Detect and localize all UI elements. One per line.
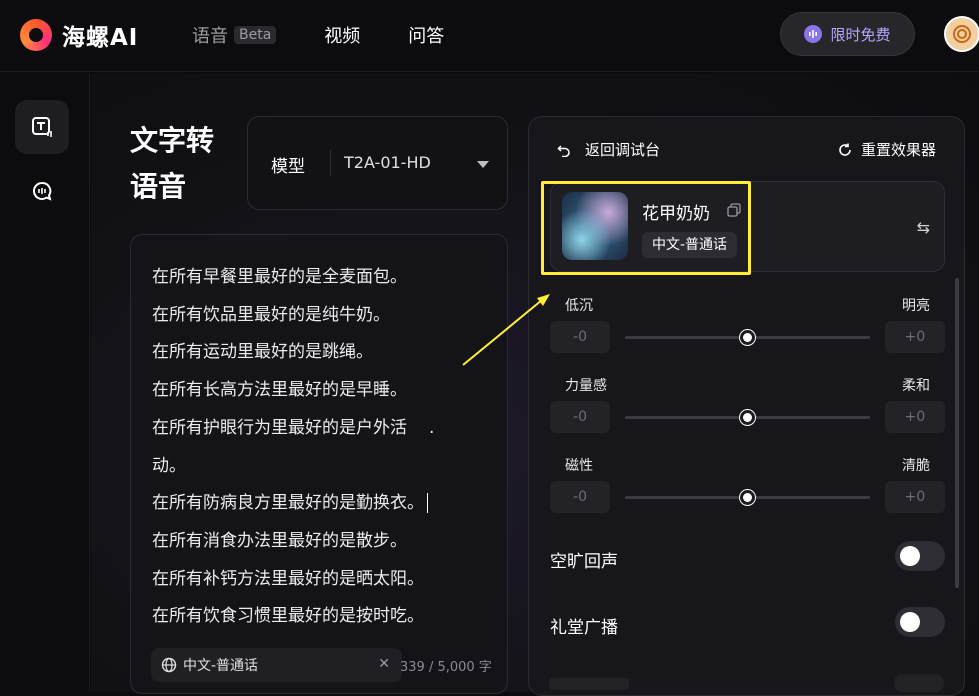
nav-item-video[interactable]: 视频 [324,22,360,48]
faded-label [549,678,629,690]
snail-icon [953,25,971,43]
slider-right-value[interactable]: +0 [885,401,945,433]
sidebar-item-voice-clone[interactable] [15,164,69,218]
page-title: 文字转语音 [130,124,215,203]
slider-thumb[interactable] [740,490,755,505]
text-line-content: 在所有护眼行为里最好的是户外活 [152,417,407,438]
text-to-speech-icon [32,117,52,137]
slider-right-label: 柔和 [902,378,930,394]
panel-scrollbar[interactable] [955,278,959,588]
undo-icon [557,144,570,157]
slider-power-soft: 力量感 柔和 -0 +0 [550,375,945,445]
text-line: 动。 [152,455,186,476]
back-label: 返回调试台 [585,141,661,159]
free-trial-label: 限时免费 [830,25,891,44]
slider-left-label: 磁性 [565,458,593,474]
text-line: 在所有饮食习惯里最好的是按时吃。 [152,606,424,627]
nav-item-voice[interactable]: 语音 Beta [192,22,277,48]
echo-toggle[interactable] [895,541,945,571]
editor-text[interactable]: 在所有早餐里最好的是全麦面包。 在所有饮品里最好的是纯牛奶。 在所有运动里最好的… [152,259,492,636]
slider-left-label: 低沉 [565,298,593,314]
refresh-icon [839,143,851,156]
model-label: 模型 [271,157,305,177]
language-chip[interactable]: 中文-普通话 ✕ [151,648,402,682]
nav-item-label: 视频 [324,26,361,47]
slider-low-bright: 低沉 明亮 -0 +0 [550,295,945,365]
slider-left-value[interactable]: -0 [550,481,610,513]
toggle-label: 空旷回声 [550,552,618,572]
toggle-row-echo: 空旷回声 [550,541,945,575]
free-trial-button[interactable]: 限时免费 [780,12,915,56]
text-line: 在所有消食办法里最好的是散步。 [152,530,407,551]
language-label: 中文-普通话 [183,658,259,674]
text-line: 在所有运动里最好的是跳绳。 [152,342,373,363]
app-name: 海螺AI [62,25,139,51]
toggle-label: 礼堂广播 [550,618,618,638]
slider-right-label: 清脆 [902,458,930,474]
faded-toggle [894,674,944,692]
slider-right-value[interactable]: +0 [885,481,945,513]
sidebar [0,73,90,692]
slider-left-value[interactable]: -0 [550,401,610,433]
text-cursor [427,493,428,514]
logo-icon [20,19,52,51]
slider-right-value[interactable]: +0 [885,321,945,353]
main-nav: 语音 Beta 视频 问答 [192,22,492,48]
slider-thumb[interactable] [740,330,755,345]
stray-mark: . [429,417,435,438]
toggle-row-broadcast: 礼堂广播 [550,607,945,641]
divider [330,150,331,176]
text-line-content: 在所有防病良方里最好的是勤换衣。 [152,493,424,514]
nav-item-label: 语音 [192,26,228,47]
globe-icon [161,657,177,673]
text-line: 在所有长高方法里最好的是早睡。 [152,380,407,401]
faded-toggle-row [549,672,944,692]
nav-item-label: 问答 [408,26,445,47]
text-line: 在所有防病良方里最好的是勤换衣。 [152,485,492,523]
text-line: 在所有早餐里最好的是全麦面包。 [152,267,407,287]
text-editor[interactable]: 在所有早餐里最好的是全麦面包。 在所有饮品里最好的是纯牛奶。 在所有运动里最好的… [130,234,508,694]
slider-left-label: 力量感 [565,378,607,394]
slider-thumb[interactable] [740,410,755,425]
slider-magnetic-crisp: 磁性 清脆 -0 +0 [550,455,945,525]
slider-left-value[interactable]: -0 [550,321,610,353]
text-line: 在所有饮品里最好的是纯牛奶。 [152,304,390,325]
back-to-console-button[interactable]: 返回调试台 [557,139,660,160]
char-count: 339 / 5,000 字 [400,660,492,675]
highlight-box [541,181,751,275]
slider-right-label: 明亮 [902,298,930,314]
close-icon[interactable]: ✕ [378,656,390,672]
voice-chat-icon [33,181,52,201]
beta-badge: Beta [234,26,277,44]
swap-icon[interactable]: ⇆ [917,218,930,237]
broadcast-toggle[interactable] [895,607,945,637]
sound-wave-icon [804,25,823,43]
text-line: 在所有护眼行为里最好的是户外活. [152,410,492,448]
top-bar: 海螺AI 语音 Beta 视频 问答 限时免费 [0,0,979,72]
chevron-down-icon [477,161,489,168]
logo[interactable]: 海螺AI [20,18,138,52]
reset-effects-button[interactable]: 重置效果器 [837,139,936,160]
reset-label: 重置效果器 [860,141,936,159]
text-line: 在所有补钙方法里最好的是晒太阳。 [152,568,424,589]
user-avatar[interactable] [944,16,979,52]
model-value: T2A-01-HD [344,153,431,172]
model-select[interactable]: 模型 T2A-01-HD [247,116,508,210]
nav-item-qa[interactable]: 问答 [408,22,444,48]
sidebar-item-text-to-speech[interactable] [15,100,69,154]
